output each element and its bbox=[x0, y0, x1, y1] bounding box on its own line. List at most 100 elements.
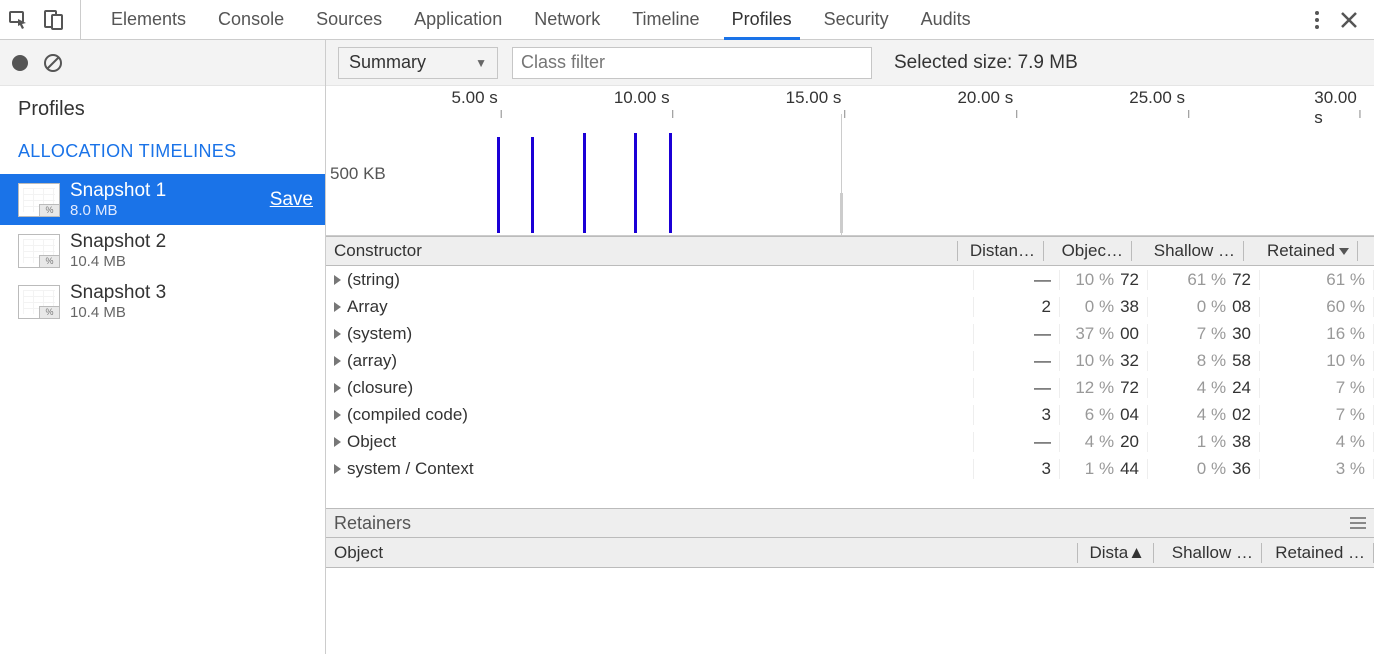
constructor-name: Array bbox=[347, 297, 388, 317]
snapshot-text: Snapshot 2 10.4 MB bbox=[70, 231, 166, 270]
top-right-controls bbox=[1314, 9, 1366, 31]
constructor-name: (closure) bbox=[347, 378, 413, 398]
cell-shallow: 1 %38 bbox=[1148, 432, 1260, 452]
retainers-title: Retainers bbox=[334, 513, 411, 534]
clear-icon[interactable] bbox=[42, 52, 64, 74]
cell-distance: — bbox=[974, 324, 1060, 344]
snapshot-item[interactable]: % Snapshot 2 10.4 MB bbox=[0, 225, 325, 276]
cell-distance: — bbox=[974, 378, 1060, 398]
cell-objects: 37 %00 bbox=[1060, 324, 1148, 344]
cell-objects: 4 %20 bbox=[1060, 432, 1148, 452]
record-icon[interactable] bbox=[12, 55, 28, 71]
cell-retained: 16 % bbox=[1260, 324, 1374, 344]
tab-application[interactable]: Application bbox=[398, 0, 518, 39]
class-filter-input[interactable] bbox=[512, 47, 872, 79]
snapshot-name: Snapshot 2 bbox=[70, 231, 166, 253]
constructors-table-body[interactable]: (string) — 10 %72 61 %72 61 %Array 2 0 %… bbox=[326, 266, 1374, 508]
timeline-tick: 25.00 s bbox=[1129, 88, 1185, 108]
view-dropdown[interactable]: Summary ▼ bbox=[338, 47, 498, 79]
tab-timeline[interactable]: Timeline bbox=[616, 0, 715, 39]
cell-distance: — bbox=[974, 351, 1060, 371]
th-constructor[interactable]: Constructor bbox=[326, 241, 958, 261]
snapshot-text: Snapshot 1 8.0 MB bbox=[70, 180, 166, 219]
allocation-bar bbox=[840, 193, 843, 233]
hamburger-icon[interactable] bbox=[1350, 517, 1366, 529]
th-rshallow[interactable]: Shallow … bbox=[1154, 543, 1262, 563]
th-retained[interactable]: Retained bbox=[1244, 241, 1358, 261]
tab-elements[interactable]: Elements bbox=[95, 0, 202, 39]
timeline-y-label: 500 KB bbox=[330, 164, 386, 184]
allocation-timeline-chart[interactable]: 5.00 s10.00 s15.00 s20.00 s25.00 s30.00 … bbox=[326, 86, 1374, 236]
cell-shallow: 61 %72 bbox=[1148, 270, 1260, 290]
disclosure-triangle-icon[interactable] bbox=[334, 464, 341, 474]
disclosure-triangle-icon[interactable] bbox=[334, 410, 341, 420]
kebab-menu-icon[interactable] bbox=[1314, 9, 1320, 31]
tab-network[interactable]: Network bbox=[518, 0, 616, 39]
cell-objects: 10 %72 bbox=[1060, 270, 1148, 290]
chevron-down-icon: ▼ bbox=[475, 56, 487, 70]
tab-console[interactable]: Console bbox=[202, 0, 300, 39]
cell-shallow: 0 %08 bbox=[1148, 297, 1260, 317]
tab-security[interactable]: Security bbox=[808, 0, 905, 39]
snapshot-name: Snapshot 1 bbox=[70, 180, 166, 202]
timeline-tick: 10.00 s bbox=[614, 88, 670, 108]
content-area: Profiles ALLOCATION TIMELINES % Snapshot… bbox=[0, 40, 1374, 654]
table-row[interactable]: (closure) — 12 %72 4 %24 7 % bbox=[326, 374, 1374, 401]
constructor-name: system / Context bbox=[347, 459, 474, 479]
table-row[interactable]: (string) — 10 %72 61 %72 61 % bbox=[326, 266, 1374, 293]
timeline-body: 500 KB bbox=[326, 114, 1374, 235]
th-shallow[interactable]: Shallow … bbox=[1132, 241, 1244, 261]
timeline-tick: 20.00 s bbox=[957, 88, 1013, 108]
timeline-ticks: 5.00 s10.00 s15.00 s20.00 s25.00 s30.00 … bbox=[326, 88, 1374, 112]
close-icon[interactable] bbox=[1340, 11, 1358, 29]
sidebar-toolbar bbox=[0, 40, 325, 86]
cell-retained: 4 % bbox=[1260, 432, 1374, 452]
table-row[interactable]: (array) — 10 %32 8 %58 10 % bbox=[326, 347, 1374, 374]
th-objects[interactable]: Objec… bbox=[1044, 241, 1132, 261]
cell-distance: 3 bbox=[974, 459, 1060, 479]
disclosure-triangle-icon[interactable] bbox=[334, 275, 341, 285]
cell-objects: 10 %32 bbox=[1060, 351, 1148, 371]
snapshot-save-link[interactable]: Save bbox=[270, 189, 313, 211]
disclosure-triangle-icon[interactable] bbox=[334, 356, 341, 366]
table-row[interactable]: (system) — 37 %00 7 %30 16 % bbox=[326, 320, 1374, 347]
th-rdistance[interactable]: Dista▲ bbox=[1078, 543, 1154, 563]
cell-objects: 0 %38 bbox=[1060, 297, 1148, 317]
retainers-header: Retainers bbox=[326, 508, 1374, 538]
tab-profiles[interactable]: Profiles bbox=[716, 0, 808, 39]
disclosure-triangle-icon[interactable] bbox=[334, 383, 341, 393]
th-rretained[interactable]: Retained … bbox=[1262, 543, 1374, 563]
main-toolbar: Summary ▼ Selected size: 7.9 MB bbox=[326, 40, 1374, 86]
th-distance[interactable]: Distan… bbox=[958, 241, 1044, 261]
snapshot-item[interactable]: % Snapshot 3 10.4 MB bbox=[0, 276, 325, 327]
main-panel: Summary ▼ Selected size: 7.9 MB 5.00 s 10… bbox=[326, 40, 1374, 654]
inspect-icon[interactable] bbox=[8, 9, 30, 31]
snapshot-size: 8.0 MB bbox=[70, 202, 166, 219]
top-left-icons bbox=[8, 0, 81, 39]
cell-distance: 2 bbox=[974, 297, 1060, 317]
table-row[interactable]: Object — 4 %20 1 %38 4 % bbox=[326, 428, 1374, 455]
selected-size-label: Selected size: 7.9 MB bbox=[894, 52, 1078, 74]
table-row[interactable]: (compiled code) 3 6 %04 4 %02 7 % bbox=[326, 401, 1374, 428]
snapshot-item[interactable]: % Snapshot 1 8.0 MB Save bbox=[0, 174, 325, 225]
disclosure-triangle-icon[interactable] bbox=[334, 437, 341, 447]
cell-retained: 7 % bbox=[1260, 378, 1374, 398]
cell-shallow: 4 %24 bbox=[1148, 378, 1260, 398]
constructors-table-head: Constructor Distan… Objec… Shallow … Ret… bbox=[326, 236, 1374, 266]
disclosure-triangle-icon[interactable] bbox=[334, 329, 341, 339]
constructor-name: (compiled code) bbox=[347, 405, 468, 425]
snapshot-icon: % bbox=[18, 183, 60, 217]
table-row[interactable]: system / Context 3 1 %44 0 %36 3 % bbox=[326, 455, 1374, 482]
device-toggle-icon[interactable] bbox=[44, 9, 64, 31]
devtools-tab-strip: ElementsConsoleSourcesApplicationNetwork… bbox=[81, 0, 987, 39]
th-object[interactable]: Object bbox=[326, 543, 1078, 563]
tab-sources[interactable]: Sources bbox=[300, 0, 398, 39]
table-row[interactable]: Array 2 0 %38 0 %08 60 % bbox=[326, 293, 1374, 320]
disclosure-triangle-icon[interactable] bbox=[334, 302, 341, 312]
allocation-bar bbox=[497, 137, 500, 233]
cell-shallow: 7 %30 bbox=[1148, 324, 1260, 344]
cell-retained: 7 % bbox=[1260, 405, 1374, 425]
timeline-tick: 5.00 s bbox=[451, 88, 497, 108]
tab-audits[interactable]: Audits bbox=[905, 0, 987, 39]
cell-distance: — bbox=[974, 432, 1060, 452]
